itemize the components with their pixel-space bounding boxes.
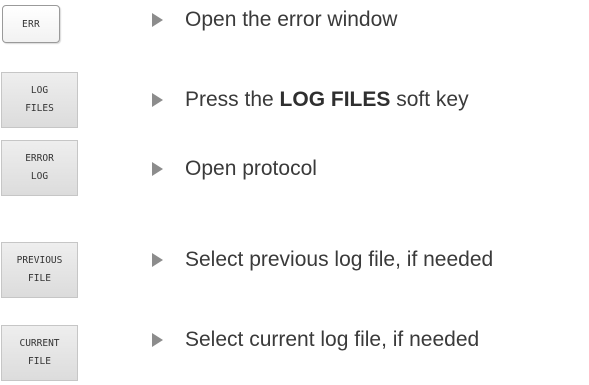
step-text: Select previous log file, if needed	[185, 248, 494, 271]
softkey-label-line2: FILE	[28, 273, 51, 284]
current-file-softkey[interactable]: CURRENT FILE	[1, 325, 78, 381]
softkey-label-line1: ERROR	[25, 153, 54, 164]
err-key-label: ERR	[21, 18, 41, 30]
softkey-label-line2: FILES	[25, 103, 54, 114]
softkey-label-line1: CURRENT	[19, 338, 60, 349]
step-text: Select current log file, if needed	[185, 328, 480, 351]
triangle-right-icon	[152, 93, 163, 107]
step-select-current: Select current log file, if needed	[152, 325, 479, 355]
previous-file-softkey[interactable]: PREVIOUS FILE	[1, 242, 78, 298]
triangle-right-icon	[152, 333, 163, 347]
step-text: Open the error window	[185, 8, 398, 31]
err-key[interactable]: ERR	[2, 5, 60, 43]
triangle-right-icon	[152, 13, 163, 27]
softkey-label-line2: LOG	[30, 171, 49, 182]
step-press-log-files: Press the LOG FILES soft key	[152, 85, 469, 115]
triangle-right-icon	[152, 162, 163, 176]
step-select-previous: Select previous log file, if needed	[152, 245, 493, 275]
step-open-error-window: Open the error window	[152, 5, 397, 35]
error-log-softkey[interactable]: ERROR LOG	[1, 140, 78, 196]
softkey-label-line2: FILE	[28, 356, 51, 367]
step-text-suffix: soft key	[390, 88, 469, 111]
step-open-protocol: Open protocol	[152, 154, 317, 184]
step-text-prefix: Press the	[185, 88, 280, 111]
triangle-right-icon	[152, 253, 163, 267]
softkey-label-line1: PREVIOUS	[16, 255, 63, 266]
step-text-key: LOG FILES	[279, 88, 391, 111]
step-text: Open protocol	[185, 157, 317, 180]
log-files-softkey[interactable]: LOG FILES	[1, 72, 78, 128]
softkey-label-line1: LOG	[30, 85, 49, 96]
